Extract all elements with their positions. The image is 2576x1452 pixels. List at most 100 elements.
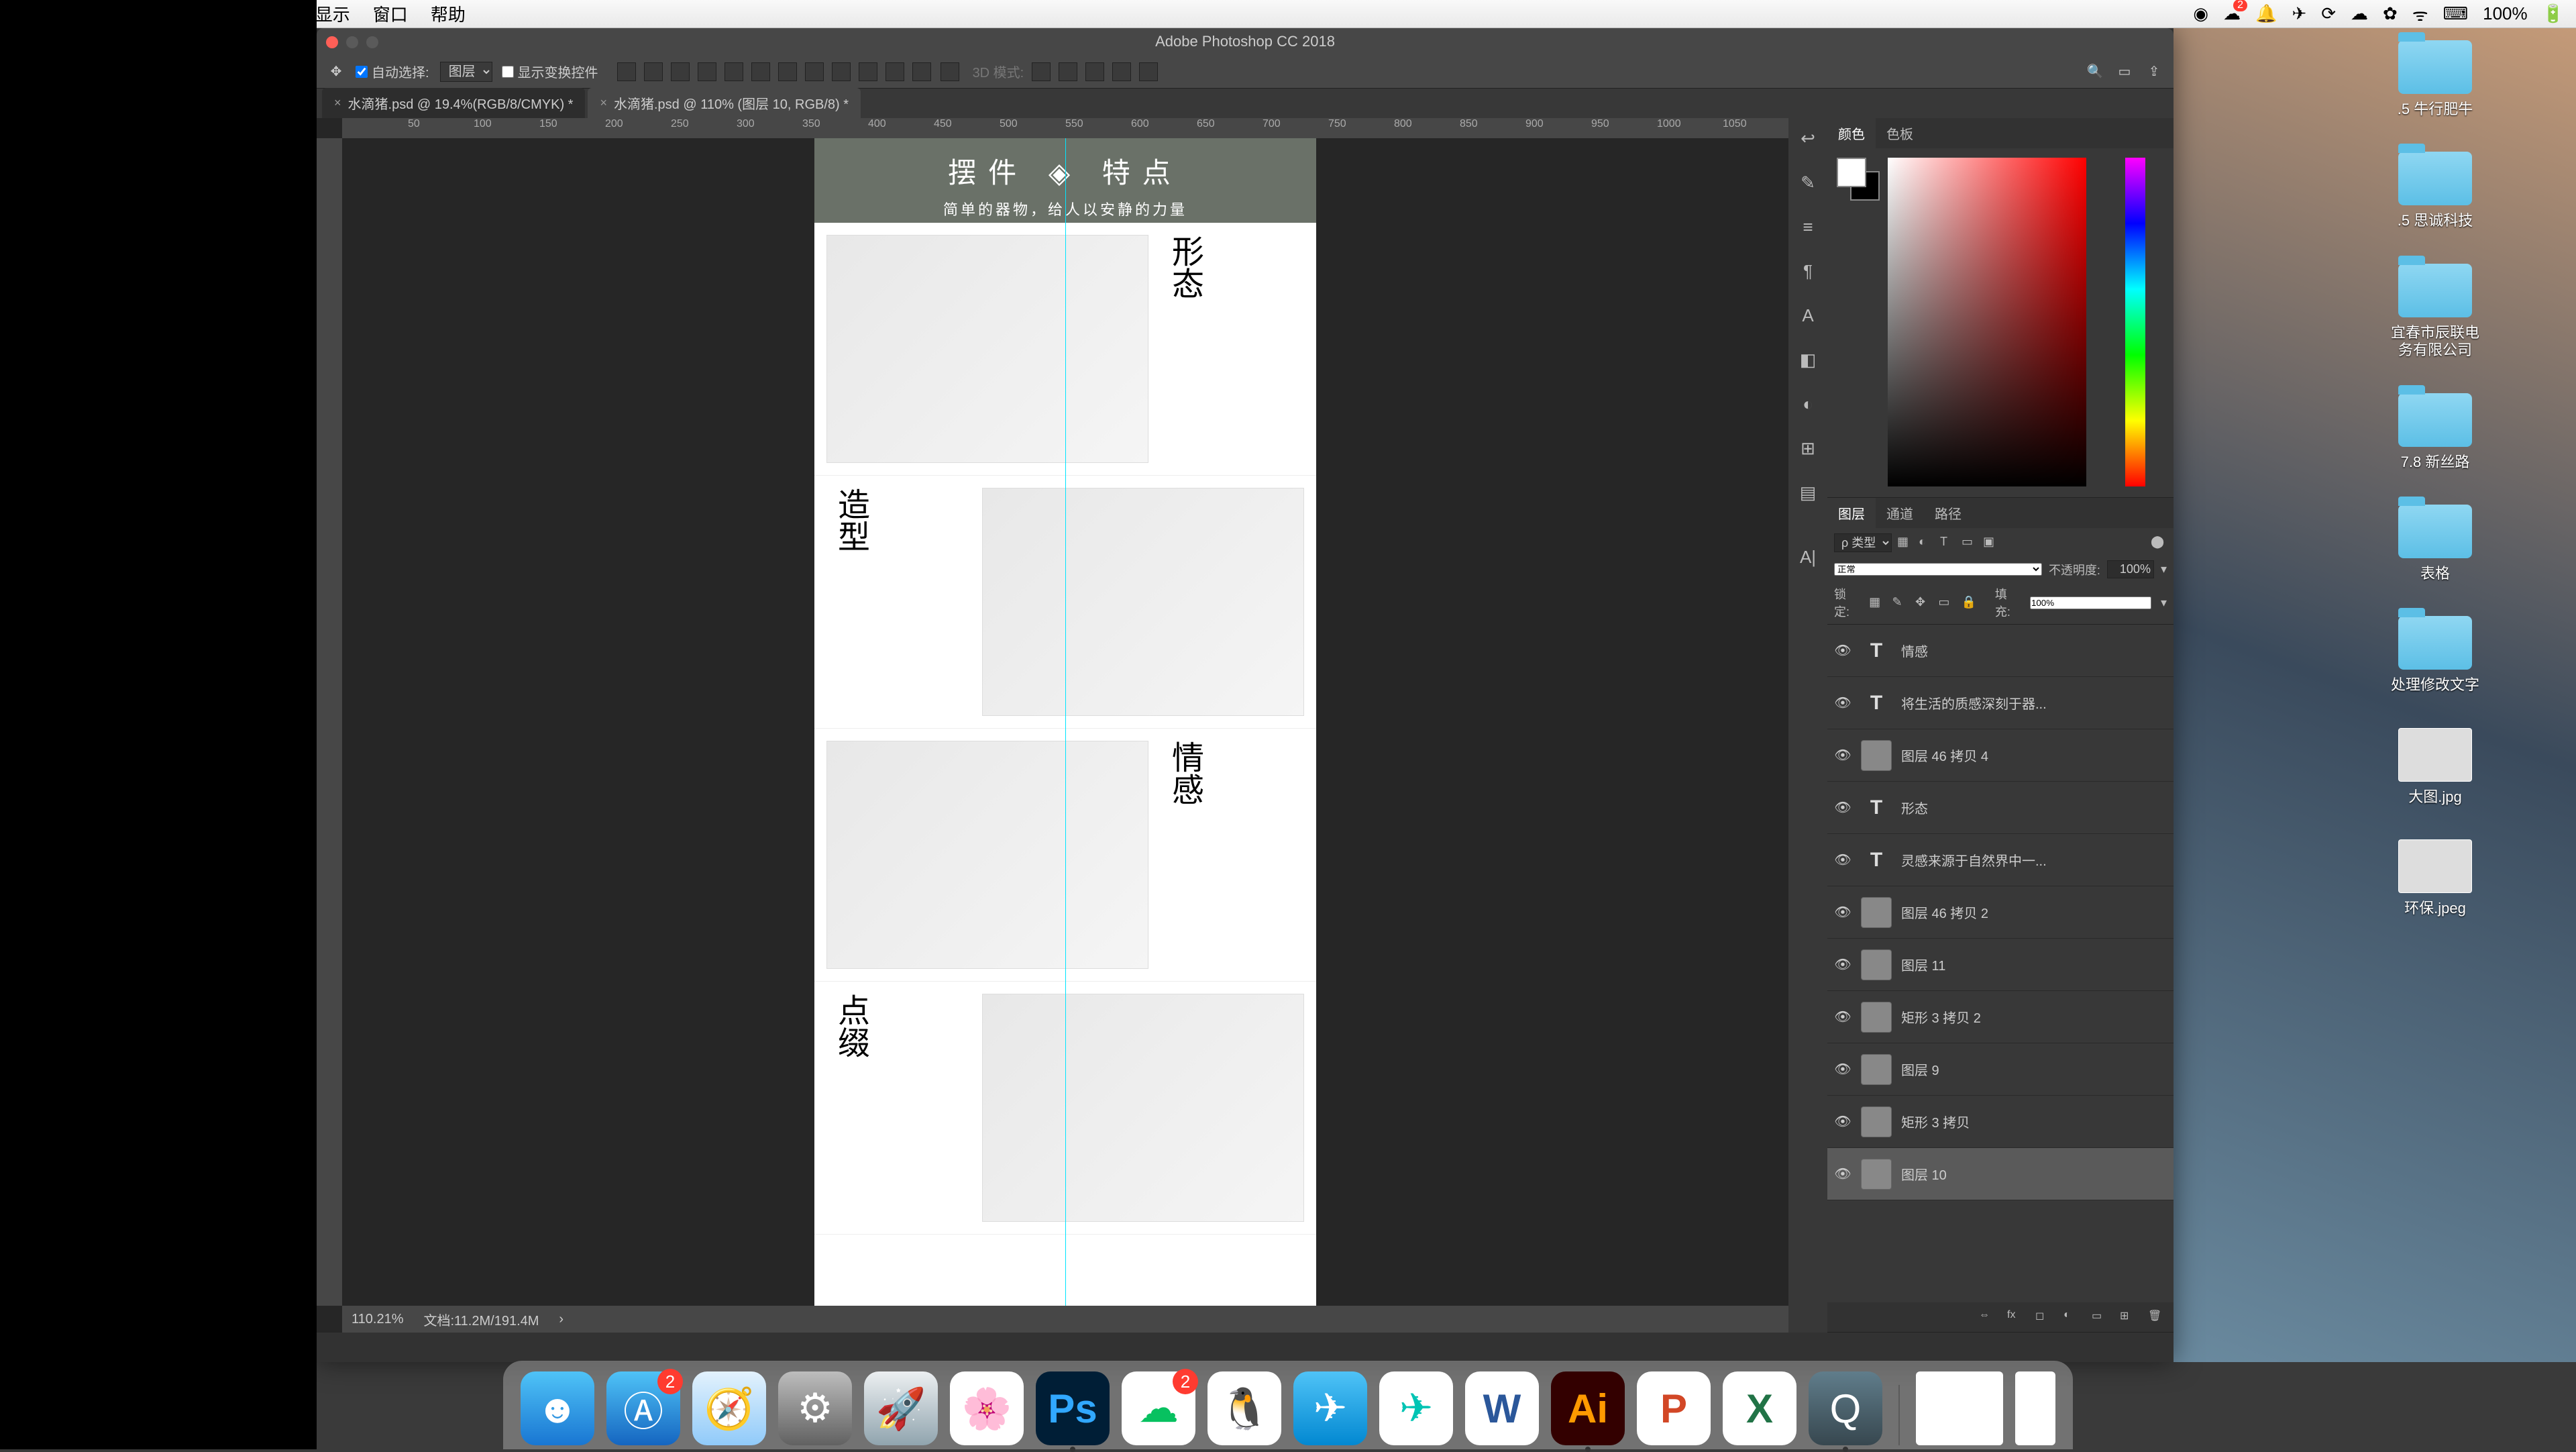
- dock-launchpad[interactable]: 🚀: [864, 1371, 938, 1445]
- layer-row[interactable]: 👁图层 10: [1827, 1148, 2174, 1200]
- search-icon[interactable]: 🔍: [2085, 62, 2105, 82]
- dock-sysprefs[interactable]: ⚙: [778, 1371, 852, 1445]
- dock-powerpoint[interactable]: P: [1637, 1371, 1711, 1445]
- window-titlebar[interactable]: Adobe Photoshop CC 2018: [317, 28, 2174, 55]
- 3d-icon[interactable]: [1139, 62, 1158, 81]
- lock-artboard-icon[interactable]: ▭: [1938, 595, 1951, 610]
- auto-align-icon[interactable]: [941, 62, 959, 81]
- character-icon[interactable]: A: [1796, 303, 1820, 327]
- adjustment-layer-icon[interactable]: ◐: [2063, 1309, 2080, 1325]
- sync-icon[interactable]: ⟳: [2321, 3, 2336, 24]
- visibility-icon[interactable]: 👁: [1834, 1165, 1851, 1182]
- align-top-icon[interactable]: [617, 62, 636, 81]
- tab-color[interactable]: 颜色: [1827, 118, 1876, 148]
- minimize-icon[interactable]: [346, 36, 358, 48]
- align-vcenter-icon[interactable]: [644, 62, 663, 81]
- visibility-icon[interactable]: 👁: [1834, 747, 1851, 764]
- dock-photos[interactable]: 🌸: [950, 1371, 1024, 1445]
- desktop-folder[interactable]: 7.8 新丝路: [2388, 393, 2482, 471]
- chevron-down-icon[interactable]: ▾: [2161, 562, 2167, 576]
- distribute-icon[interactable]: [832, 62, 851, 81]
- dock-minimized-window[interactable]: [1916, 1371, 2003, 1445]
- cloud-icon[interactable]: ☁: [2351, 3, 2368, 24]
- canvas[interactable]: 摆件 ◈ 特点 简单的器物，给人以安静的力量 形态 造型 情感 点缀: [342, 138, 1788, 1306]
- dock-photoshop[interactable]: Ps: [1036, 1371, 1110, 1445]
- dock-qq[interactable]: 🐧: [1208, 1371, 1281, 1445]
- layer-fx-icon[interactable]: fx: [2007, 1309, 2023, 1325]
- distribute-icon[interactable]: [805, 62, 824, 81]
- adjustments-icon[interactable]: ≡: [1796, 215, 1820, 239]
- visibility-icon[interactable]: 👁: [1834, 851, 1851, 868]
- layer-row[interactable]: 👁图层 46 拷贝 4: [1827, 729, 2174, 782]
- 3d-icon[interactable]: [1059, 62, 1077, 81]
- desktop-folder[interactable]: 处理修改文字: [2388, 616, 2482, 694]
- delete-layer-icon[interactable]: 🗑: [2148, 1309, 2164, 1325]
- input-icon[interactable]: ⌨: [2443, 3, 2469, 24]
- distribute-icon[interactable]: [778, 62, 797, 81]
- history-icon[interactable]: ↩: [1796, 126, 1820, 150]
- layer-row[interactable]: 👁图层 11: [1827, 939, 2174, 991]
- tab-layers[interactable]: 图层: [1827, 498, 1876, 528]
- auto-select-checkbox[interactable]: 自动选择:: [356, 62, 429, 81]
- dock-appstore[interactable]: Ⓐ2: [606, 1371, 680, 1445]
- menu-window[interactable]: 窗口: [373, 1, 408, 26]
- close-tab-icon[interactable]: ×: [600, 96, 607, 110]
- 3d-icon[interactable]: [1112, 62, 1131, 81]
- visibility-icon[interactable]: 👁: [1834, 642, 1851, 659]
- layer-row[interactable]: 👁T形态: [1827, 782, 2174, 834]
- tab-paths[interactable]: 路径: [1924, 498, 1972, 528]
- desktop-folder[interactable]: .5 牛行肥牛: [2388, 40, 2482, 118]
- dock-illustrator[interactable]: Ai: [1551, 1371, 1625, 1445]
- traffic-lights[interactable]: [326, 36, 378, 48]
- move-tool-icon[interactable]: ✥: [326, 62, 346, 82]
- visibility-icon[interactable]: 👁: [1834, 904, 1851, 921]
- opacity-input[interactable]: [2107, 560, 2154, 578]
- desktop-folder[interactable]: 宜春市辰联电务有限公司: [2388, 264, 2482, 360]
- desktop-folder[interactable]: 表格: [2388, 505, 2482, 582]
- filter-shape-icon[interactable]: ▭: [1962, 535, 1978, 551]
- visibility-icon[interactable]: 👁: [1834, 799, 1851, 816]
- lock-transparency-icon[interactable]: ▦: [1869, 595, 1882, 610]
- layer-row[interactable]: 👁图层 46 拷贝 2: [1827, 886, 2174, 939]
- paragraph-icon[interactable]: ¶: [1796, 259, 1820, 283]
- ruler-horizontal[interactable]: 5010015020025030035040045050055060065070…: [342, 118, 1788, 138]
- chevron-right-icon[interactable]: ›: [559, 1312, 564, 1327]
- layer-mask-icon[interactable]: ◻: [2035, 1309, 2051, 1325]
- filter-pixel-icon[interactable]: ▦: [1897, 535, 1913, 551]
- glyphs-icon[interactable]: A|: [1796, 545, 1820, 569]
- align-bottom-icon[interactable]: [671, 62, 690, 81]
- dock-minimized-window[interactable]: [2015, 1371, 2055, 1445]
- properties-icon[interactable]: ▤: [1796, 480, 1820, 505]
- show-transform-checkbox[interactable]: 显示变换控件: [502, 62, 598, 81]
- lock-all-icon[interactable]: 🔒: [1962, 595, 1976, 610]
- info-icon[interactable]: ⊞: [1796, 436, 1820, 460]
- styles-icon[interactable]: ◧: [1796, 348, 1820, 372]
- dock-finder[interactable]: ☻: [521, 1371, 594, 1445]
- auto-select-target[interactable]: 图层: [440, 62, 492, 82]
- dock-safari[interactable]: 🧭: [692, 1371, 766, 1445]
- menu-help[interactable]: 帮助: [431, 1, 466, 26]
- chevron-down-icon[interactable]: ▾: [2161, 596, 2167, 610]
- zoom-icon[interactable]: [366, 36, 378, 48]
- distribute-icon[interactable]: [885, 62, 904, 81]
- layer-row[interactable]: 👁T情感: [1827, 625, 2174, 677]
- close-tab-icon[interactable]: ×: [334, 96, 341, 110]
- wechat-status-icon[interactable]: ☁: [2223, 3, 2241, 24]
- desktop-file[interactable]: 环保.jpeg: [2388, 839, 2482, 917]
- foreground-color[interactable]: [1837, 158, 1866, 187]
- visibility-icon[interactable]: 👁: [1834, 956, 1851, 973]
- zoom-level[interactable]: 110.21%: [352, 1312, 403, 1327]
- layer-row[interactable]: 👁图层 9: [1827, 1043, 2174, 1096]
- guide-line[interactable]: [1065, 138, 1066, 1306]
- fg-bg-swatches[interactable]: [1837, 158, 1880, 201]
- filter-smart-icon[interactable]: ▣: [1983, 535, 1999, 551]
- dock-dingtalk[interactable]: ✈: [1293, 1371, 1367, 1445]
- dock-excel[interactable]: X: [1723, 1371, 1796, 1445]
- desktop-folder[interactable]: .5 思诚科技: [2388, 152, 2482, 229]
- close-icon[interactable]: [326, 36, 338, 48]
- bell-icon[interactable]: 🔔: [2255, 3, 2277, 24]
- visibility-icon[interactable]: 👁: [1834, 1061, 1851, 1078]
- align-hcenter-icon[interactable]: [724, 62, 743, 81]
- lock-position-icon[interactable]: ✥: [1915, 595, 1929, 610]
- settings-icon[interactable]: ✿: [2383, 3, 2398, 24]
